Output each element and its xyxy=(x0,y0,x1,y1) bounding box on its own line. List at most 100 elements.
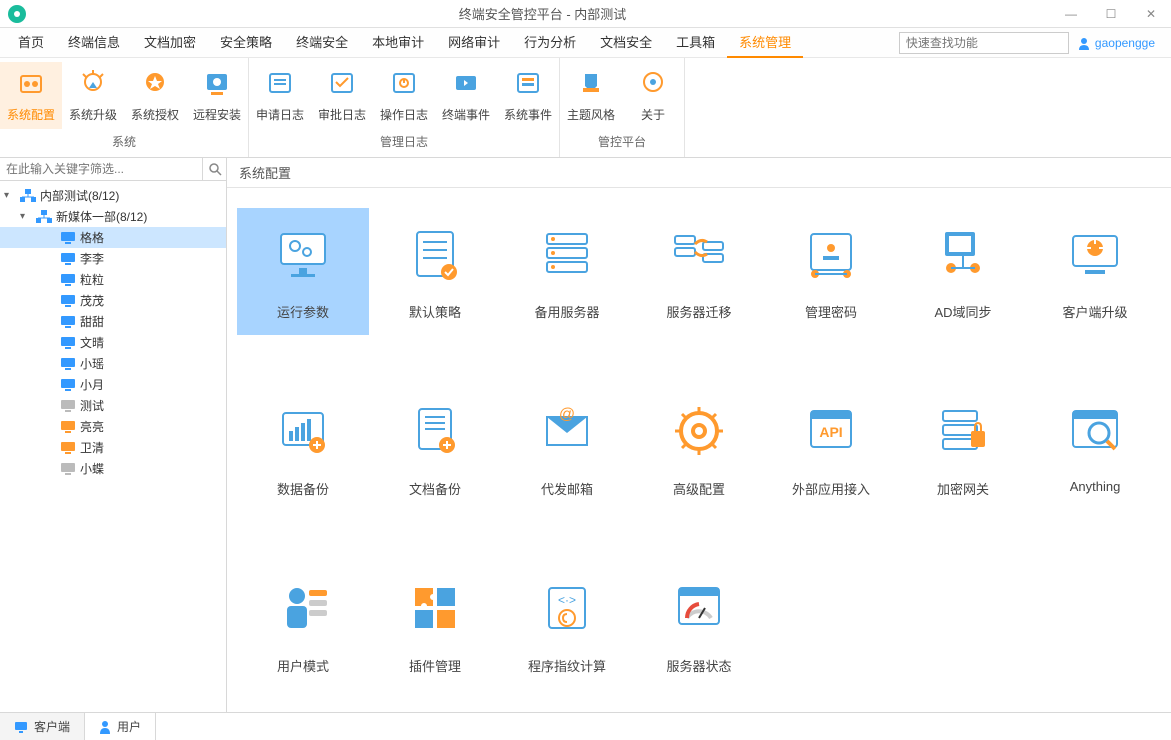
tree-node[interactable]: 李李 xyxy=(0,248,226,269)
tree-node[interactable]: 小月 xyxy=(0,374,226,395)
ribbon-item-icon xyxy=(512,68,544,100)
config-item-icon xyxy=(933,224,993,284)
bottom-tab[interactable]: 用户 xyxy=(85,713,156,740)
menu-item[interactable]: 安全策略 xyxy=(208,28,284,58)
tree-node-label: 小月 xyxy=(80,376,104,393)
ribbon-item[interactable]: 系统事件 xyxy=(497,62,559,129)
ribbon-item[interactable]: 系统配置 xyxy=(0,62,62,129)
config-item[interactable]: 备用服务器 xyxy=(501,208,633,335)
tree-node[interactable]: 茂茂 xyxy=(0,290,226,311)
pc-on-icon xyxy=(60,378,76,392)
config-item-label: 代发邮箱 xyxy=(541,479,593,512)
pc-on-icon xyxy=(60,357,76,371)
config-item-icon xyxy=(669,224,729,284)
config-item-icon xyxy=(405,401,465,461)
svg-text:@: @ xyxy=(559,406,575,423)
config-item-icon xyxy=(273,224,333,284)
ribbon-item[interactable]: 系统授权 xyxy=(124,62,186,129)
menu-item[interactable]: 终端安全 xyxy=(284,28,360,58)
pc-on-icon xyxy=(60,252,76,266)
tree-node-label: 小蝶 xyxy=(80,460,104,477)
config-item[interactable]: @ 代发邮箱 xyxy=(501,385,633,512)
config-item[interactable]: 运行参数 xyxy=(237,208,369,335)
tree-node-label: 内部测试(8/12) xyxy=(40,187,119,204)
config-item[interactable]: 默认策略 xyxy=(369,208,501,335)
config-item[interactable]: 高级配置 xyxy=(633,385,765,512)
ribbon-item[interactable]: 审批日志 xyxy=(311,62,373,129)
config-item[interactable]: 服务器状态 xyxy=(633,562,765,689)
config-item[interactable]: API外部应用接入 xyxy=(765,385,897,512)
config-item[interactable]: AD域同步 xyxy=(897,208,1029,335)
ribbon-group-label: 系统 xyxy=(112,129,136,154)
close-button[interactable]: ✕ xyxy=(1131,0,1171,28)
menu-item[interactable]: 网络审计 xyxy=(436,28,512,58)
config-item-label: 备用服务器 xyxy=(534,302,599,335)
tree-node[interactable]: 甜甜 xyxy=(0,311,226,332)
menu-item[interactable]: 终端信息 xyxy=(56,28,132,58)
ribbon: 系统配置系统升级系统授权远程安装系统申请日志审批日志操作日志终端事件系统事件管理… xyxy=(0,58,1171,158)
user-link[interactable]: gaopengge xyxy=(1077,36,1165,50)
bottom-tab-label: 客户端 xyxy=(34,718,70,735)
menu-item[interactable]: 系统管理 xyxy=(727,28,803,58)
menu-item[interactable]: 本地审计 xyxy=(360,28,436,58)
menubar: 首页终端信息文档加密安全策略终端安全本地审计网络审计行为分析文档安全工具箱系统管… xyxy=(0,28,1171,58)
tree-node[interactable]: 粒粒 xyxy=(0,269,226,290)
minimize-button[interactable]: ― xyxy=(1051,0,1091,28)
tree-node[interactable]: ▾ 内部测试(8/12) xyxy=(0,185,226,206)
ribbon-item[interactable]: 终端事件 xyxy=(435,62,497,129)
menu-item[interactable]: 文档加密 xyxy=(132,28,208,58)
tree-node-label: 新媒体一部(8/12) xyxy=(56,208,147,225)
config-item-icon xyxy=(1065,224,1125,284)
config-item[interactable]: <·>程序指纹计算 xyxy=(501,562,633,689)
config-item-label: 程序指纹计算 xyxy=(528,656,606,689)
tree-node[interactable]: 测试 xyxy=(0,395,226,416)
menu-item[interactable]: 工具箱 xyxy=(664,28,727,58)
ribbon-item-icon xyxy=(388,68,420,100)
menu-item[interactable]: 首页 xyxy=(6,28,56,58)
tree-node-label: 卫清 xyxy=(80,439,104,456)
tree-node[interactable]: 小瑶 xyxy=(0,353,226,374)
tree-node[interactable]: 小蝶 xyxy=(0,458,226,479)
ribbon-item-icon xyxy=(139,68,171,100)
config-item[interactable]: 管理密码 xyxy=(765,208,897,335)
config-item[interactable]: 客户端升级 xyxy=(1029,208,1161,335)
config-item[interactable]: 用户模式 xyxy=(237,562,369,689)
search-input[interactable] xyxy=(899,32,1069,54)
config-item[interactable]: 加密网关 xyxy=(897,385,1029,512)
ribbon-item[interactable]: 主题风格 xyxy=(560,62,622,129)
config-item[interactable]: 文档备份 xyxy=(369,385,501,512)
tree-node[interactable]: 亮亮 xyxy=(0,416,226,437)
config-item-label: 插件管理 xyxy=(409,656,461,689)
tree-toggle-icon[interactable]: ▾ xyxy=(4,190,16,201)
ribbon-item[interactable]: 远程安装 xyxy=(186,62,248,129)
maximize-button[interactable]: ☐ xyxy=(1091,0,1131,28)
tree-filter-input[interactable] xyxy=(0,158,202,180)
config-item-label: 管理密码 xyxy=(805,302,857,335)
tree-node[interactable]: 格格 xyxy=(0,227,226,248)
menu-item[interactable]: 文档安全 xyxy=(588,28,664,58)
window-controls: ― ☐ ✕ xyxy=(1051,0,1171,28)
config-item[interactable]: 数据备份 xyxy=(237,385,369,512)
ribbon-item[interactable]: 系统升级 xyxy=(62,62,124,129)
tree: ▾ 内部测试(8/12) ▾ 新媒体一部(8/12) 格格李李粒粒茂茂甜甜文晴小瑶小月测… xyxy=(0,181,226,712)
config-grid: 运行参数 默认策略备用服务器 服务器迁移管理密码 AD域同步客户端升级数据备份文档备份… xyxy=(227,188,1171,712)
config-item[interactable]: 插件管理 xyxy=(369,562,501,689)
monitor-icon xyxy=(14,721,28,733)
menu-item[interactable]: 行为分析 xyxy=(512,28,588,58)
bottom-tab[interactable]: 客户端 xyxy=(0,713,85,740)
ribbon-item[interactable]: 申请日志 xyxy=(249,62,311,129)
config-item-label: 运行参数 xyxy=(277,302,329,335)
sidebar-filter xyxy=(0,158,226,181)
config-item[interactable]: Anything xyxy=(1029,385,1161,512)
tree-node-label: 甜甜 xyxy=(80,313,104,330)
tree-node[interactable]: ▾ 新媒体一部(8/12) xyxy=(0,206,226,227)
ribbon-item[interactable]: 关于 xyxy=(622,62,684,129)
tree-toggle-icon[interactable]: ▾ xyxy=(20,211,32,222)
ribbon-item[interactable]: 操作日志 xyxy=(373,62,435,129)
config-item[interactable]: 服务器迁移 xyxy=(633,208,765,335)
user-icon xyxy=(99,720,111,734)
tree-node[interactable]: 文晴 xyxy=(0,332,226,353)
tree-filter-search-icon[interactable] xyxy=(202,158,226,180)
config-item-icon: @ xyxy=(537,401,597,461)
tree-node[interactable]: 卫清 xyxy=(0,437,226,458)
